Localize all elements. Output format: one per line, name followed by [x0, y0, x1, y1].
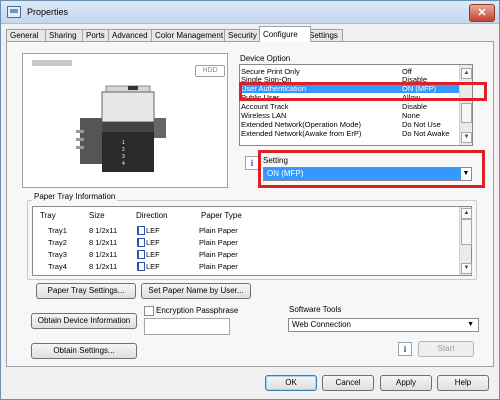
paper-icon — [137, 250, 145, 259]
device-option-item[interactable]: Extended Network(Awake from ErP) Do Not A… — [241, 130, 459, 138]
svg-text:4: 4 — [122, 161, 125, 167]
scroll-down-icon[interactable]: ▼ — [461, 132, 472, 143]
ok-button[interactable]: OK — [265, 375, 317, 391]
tab-configure[interactable]: Configure — [259, 26, 311, 42]
set-paper-name-button[interactable]: Set Paper Name by User... — [141, 283, 251, 299]
info-icon[interactable]: i — [398, 342, 412, 356]
encryption-passphrase-checkbox[interactable] — [144, 306, 154, 316]
column-header-direction[interactable]: Direction — [136, 211, 168, 220]
info-icon[interactable]: i — [245, 156, 259, 170]
column-header-size[interactable]: Size — [89, 211, 105, 220]
close-button[interactable]: ✕ — [469, 4, 495, 22]
printer-app-icon — [7, 6, 21, 18]
paper-tray-label: Paper Tray Information — [32, 192, 118, 201]
title-bar[interactable]: Properties ✕ — [1, 1, 499, 24]
svg-text:3: 3 — [122, 154, 125, 160]
tray-cell: Tray1 — [48, 226, 67, 235]
highlight-setting — [258, 150, 485, 188]
device-option-item[interactable]: Account Track Disable — [241, 103, 459, 111]
software-tools-dropdown[interactable]: Web Connection ▼ — [288, 318, 479, 332]
type-cell: Plain Paper — [199, 250, 238, 259]
encryption-passphrase-label: Encryption Passphrase — [156, 306, 239, 315]
device-option-label: Device Option — [240, 54, 291, 63]
device-option-list[interactable]: Secure Print Only Off Single Sign-On Disab… — [239, 64, 473, 146]
encryption-passphrase-field[interactable] — [144, 318, 230, 335]
window-title: Properties — [27, 7, 69, 17]
column-header-tray[interactable]: Tray — [40, 211, 56, 220]
scroll-down-icon[interactable]: ▼ — [461, 263, 472, 274]
paper-tray-scrollbar[interactable]: ▲ ▼ — [459, 207, 472, 275]
scroll-up-icon[interactable]: ▲ — [461, 68, 472, 79]
svg-text:1: 1 — [122, 140, 125, 146]
help-button[interactable]: Help — [437, 375, 489, 391]
scroll-thumb[interactable] — [461, 103, 472, 123]
device-option-scrollbar[interactable]: ▲ ▼ — [459, 65, 472, 145]
svg-text:2: 2 — [122, 147, 125, 153]
size-cell: 8 1/2x11 — [89, 226, 118, 235]
scroll-up-icon[interactable]: ▲ — [461, 208, 472, 219]
device-option-item[interactable]: Extended Network(Operation Mode) Do Not U… — [241, 121, 459, 129]
chevron-down-icon[interactable]: ▼ — [467, 319, 474, 331]
highlight-user-authentication — [239, 82, 487, 101]
scroll-thumb[interactable] — [461, 219, 472, 245]
type-cell: Plain Paper — [199, 262, 238, 271]
tray-cell: Tray3 — [48, 250, 67, 259]
type-cell: Plain Paper — [199, 226, 238, 235]
paper-tray-settings-button[interactable]: Paper Tray Settings... — [36, 283, 136, 299]
apply-button[interactable]: Apply — [380, 375, 432, 391]
printer-illustration: 1 2 3 4 — [76, 85, 166, 172]
direction-cell: LEF — [146, 226, 160, 235]
model-name-placeholder — [32, 60, 72, 66]
size-cell: 8 1/2x11 — [89, 250, 118, 259]
cancel-button[interactable]: Cancel — [322, 375, 374, 391]
paper-icon — [137, 262, 145, 271]
size-cell: 8 1/2x11 — [89, 262, 118, 271]
size-cell: 8 1/2x11 — [89, 238, 118, 247]
paper-icon — [137, 238, 145, 247]
obtain-settings-button[interactable]: Obtain Settings... — [31, 343, 137, 359]
device-option-item[interactable]: Wireless LAN None — [241, 112, 459, 120]
tray-cell: Tray4 — [48, 262, 67, 271]
paper-icon — [137, 226, 145, 235]
column-header-paper-type[interactable]: Paper Type — [201, 211, 242, 220]
hdd-badge: HDD — [195, 65, 225, 77]
direction-cell: LEF — [146, 262, 160, 271]
direction-cell: LEF — [146, 250, 160, 259]
obtain-device-information-button[interactable]: Obtain Device Information — [31, 313, 137, 329]
software-tools-label: Software Tools — [289, 305, 342, 314]
tray-cell: Tray2 — [48, 238, 67, 247]
direction-cell: LEF — [146, 238, 160, 247]
start-button[interactable]: Start — [418, 341, 474, 357]
device-preview: HDD 1 2 3 4 — [22, 53, 228, 188]
type-cell: Plain Paper — [199, 238, 238, 247]
